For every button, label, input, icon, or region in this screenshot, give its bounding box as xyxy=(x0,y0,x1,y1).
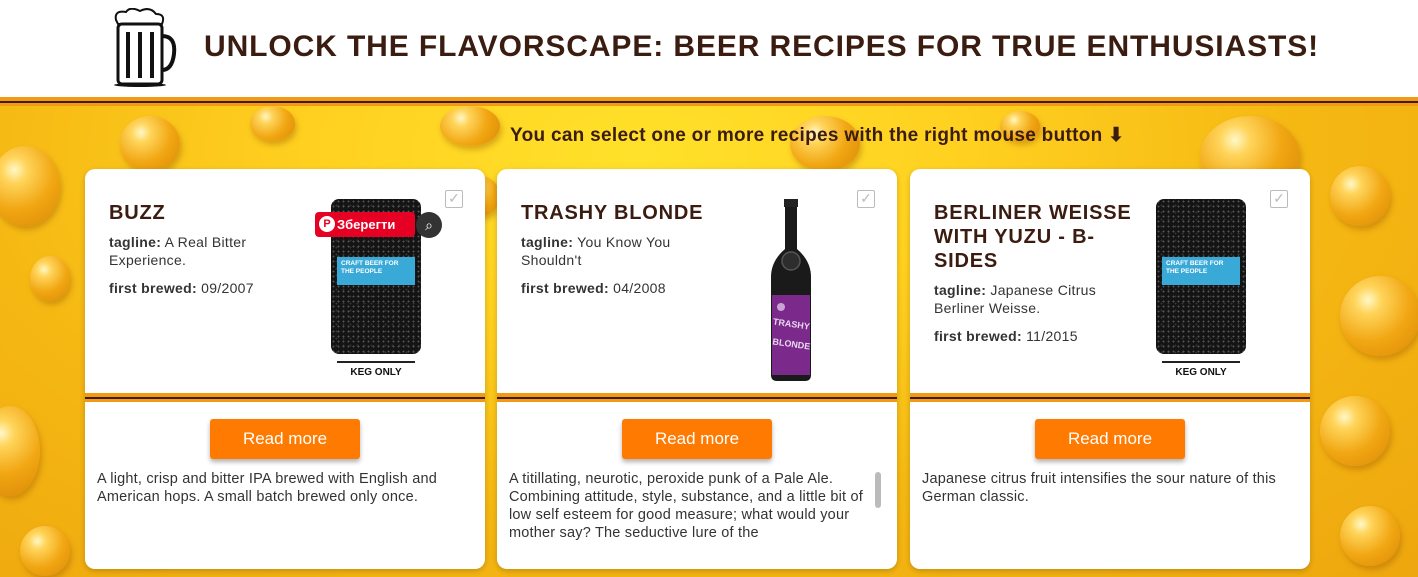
read-more-button[interactable]: Read more xyxy=(210,419,360,459)
beer-mug-icon xyxy=(114,8,177,87)
card-header: BUZZ tagline: A Real Bitter Experience. … xyxy=(85,169,485,393)
bottle-image: TRASHY BLONDE xyxy=(771,199,811,381)
first-brewed-label: first brewed: xyxy=(934,328,1022,344)
beer-drop xyxy=(30,256,70,301)
beer-drop xyxy=(20,526,70,576)
select-checkbox[interactable]: ✓ xyxy=(1270,190,1288,208)
recipe-description: A light, crisp and bitter IPA brewed wit… xyxy=(97,471,437,505)
recipe-first-brewed: first brewed: 04/2008 xyxy=(521,279,721,297)
recipe-name: BERLINER WEISSE WITH YUZU - B-SIDES xyxy=(934,202,1132,272)
card-divider xyxy=(910,399,1310,402)
recipe-description: Japanese citrus fruit intensifies the so… xyxy=(922,471,1276,505)
first-brewed-label: first brewed: xyxy=(521,280,609,296)
read-more-button[interactable]: Read more xyxy=(622,419,772,459)
beer-drop xyxy=(1340,506,1400,566)
beer-drop xyxy=(1320,396,1390,466)
first-brewed-value: 04/2008 xyxy=(613,280,666,296)
first-brewed-label: first brewed: xyxy=(109,280,197,296)
recipe-tagline: tagline: Japanese Citrus Berliner Weisse… xyxy=(934,281,1134,317)
beer-drop xyxy=(0,406,40,496)
keg-only-label: KEG ONLY xyxy=(1162,361,1240,378)
beer-drop xyxy=(440,106,500,146)
card-divider xyxy=(85,399,485,402)
first-brewed-value: 11/2015 xyxy=(1026,328,1078,344)
keg-label: CRAFT BEER FOR THE PEOPLE xyxy=(337,257,415,285)
recipe-tagline: tagline: You Know You Shouldn't xyxy=(521,233,721,269)
card-divider xyxy=(497,399,897,402)
beer-drop xyxy=(120,116,180,171)
pinterest-save-label: Зберегти xyxy=(337,217,396,232)
recipe-card[interactable]: BERLINER WEISSE WITH YUZU - B-SIDES tagl… xyxy=(910,169,1310,569)
tagline-label: tagline: xyxy=(521,234,574,250)
keg-only-label: KEG ONLY xyxy=(337,361,415,378)
beer-drop xyxy=(0,146,60,226)
keg-label: CRAFT BEER FOR THE PEOPLE xyxy=(1162,257,1240,285)
recipe-first-brewed: first brewed: 09/2007 xyxy=(109,279,309,297)
selection-hint: You can select one or more recipes with … xyxy=(510,125,1125,146)
tagline-label: tagline: xyxy=(934,282,987,298)
card-header: TRASHY BLONDE tagline: You Know You Shou… xyxy=(497,169,897,393)
first-brewed-value: 09/2007 xyxy=(201,280,254,296)
beer-drop xyxy=(250,106,295,141)
description-scrollbar[interactable] xyxy=(875,472,881,508)
recipe-name: TRASHY BLONDE xyxy=(521,202,704,224)
read-more-button[interactable]: Read more xyxy=(1035,419,1185,459)
select-checkbox[interactable]: ✓ xyxy=(857,190,875,208)
recipe-tagline: tagline: A Real Bitter Experience. xyxy=(109,233,309,269)
recipe-card[interactable]: TRASHY BLONDE tagline: You Know You Shou… xyxy=(497,169,897,569)
page-header: UNLOCK THE FLAVORSCAPE: BEER RECIPES FOR… xyxy=(0,0,1418,97)
beer-drop xyxy=(1340,276,1418,356)
recipe-description: A titillating, neurotic, peroxide punk o… xyxy=(509,471,863,541)
card-header: BERLINER WEISSE WITH YUZU - B-SIDES tagl… xyxy=(910,169,1310,393)
select-checkbox[interactable]: ✓ xyxy=(445,190,463,208)
visual-search-icon[interactable]: ⌕ xyxy=(416,212,442,238)
pinterest-icon: P xyxy=(319,216,335,232)
recipe-name: BUZZ xyxy=(109,202,166,224)
beer-drop xyxy=(1330,166,1390,226)
pinterest-save-button[interactable]: P Зберегти xyxy=(315,212,415,237)
keg-image: CRAFT BEER FOR THE PEOPLE xyxy=(1156,199,1246,354)
tagline-label: tagline: xyxy=(109,234,162,250)
page-title: UNLOCK THE FLAVORSCAPE: BEER RECIPES FOR… xyxy=(204,30,1320,63)
recipe-first-brewed: first brewed: 11/2015 xyxy=(934,327,1134,345)
